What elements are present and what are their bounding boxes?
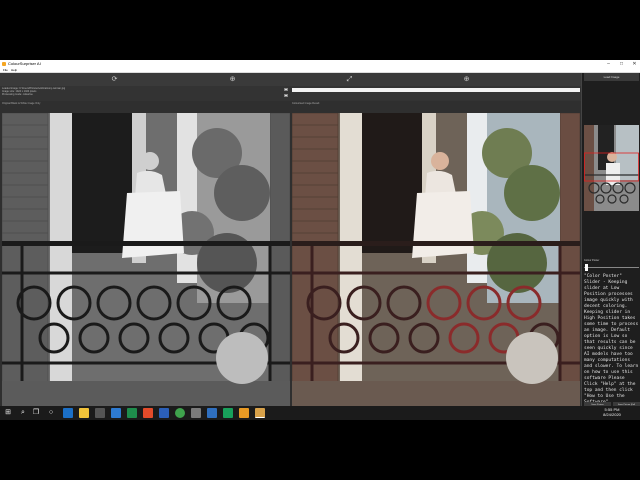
zoom-in-icon[interactable]: ⊕	[228, 75, 237, 84]
cortana-icon[interactable]: ○	[46, 408, 56, 418]
close-button[interactable]: ✕	[630, 60, 639, 68]
colour-poster-label: Colour Poster	[584, 259, 600, 262]
load-image-button[interactable]: Load Image	[584, 73, 639, 81]
progress-fill	[292, 88, 580, 92]
zoom-in-icon[interactable]: ⊕	[462, 75, 471, 84]
maximize-button[interactable]: □	[617, 60, 626, 68]
toolbar: ⟳ ⊕ ⤢ ⊕	[0, 73, 581, 86]
colourised-image[interactable]	[292, 113, 580, 406]
app-logo-icon	[2, 62, 6, 66]
original-image[interactable]	[2, 113, 290, 406]
start-icon[interactable]: ⊞	[3, 408, 13, 418]
image-info-text: Loaded image: C:\Users\Pictures\old-balc…	[2, 87, 66, 97]
word-icon[interactable]	[159, 408, 169, 418]
excel-icon[interactable]	[127, 408, 137, 418]
taskbar: ⊞ ⌕ ❐ ○ 5:55 PM 8/24/2020	[0, 406, 640, 420]
colourised-pane-label: Colourised Image Result	[292, 102, 320, 105]
slider-description: "Color Poster" Slider - Keeping slider a…	[584, 274, 639, 411]
workspace: ⟳ ⊕ ⤢ ⊕ Loaded image: C:\Users\Pictures\…	[0, 73, 581, 406]
colour-app-taskbar-icon[interactable]	[239, 408, 249, 418]
colour-surpriser-taskbar-icon[interactable]	[255, 408, 265, 418]
option-checkbox[interactable]	[284, 88, 288, 91]
store-icon[interactable]	[95, 408, 105, 418]
chrome-icon[interactable]	[175, 408, 185, 418]
progress-bar	[292, 88, 580, 92]
app-window: ColourSurpriser AI – □ ✕ File Help ⟳ ⊕ ⤢…	[0, 60, 640, 413]
mail-icon[interactable]	[111, 408, 121, 418]
spreadsheet-icon[interactable]	[223, 408, 233, 418]
title-bar: ColourSurpriser AI – □ ✕	[0, 60, 640, 68]
slider-handle[interactable]	[585, 264, 588, 271]
rotate-icon[interactable]: ⟳	[110, 75, 119, 84]
expand-icon[interactable]: ⤢	[345, 75, 354, 84]
terminal-icon[interactable]	[207, 408, 217, 418]
window-title: ColourSurpriser AI	[8, 61, 41, 66]
sidebar: Load Image Colour Poster "Color Poster" …	[581, 73, 640, 413]
clock[interactable]: 5:55 PM 8/24/2020	[597, 407, 627, 417]
preview-thumbnail[interactable]	[584, 125, 639, 211]
original-pane-label: Original Black & White Image Only	[2, 102, 41, 105]
file-explorer-icon[interactable]	[79, 408, 89, 418]
option-checkbox[interactable]	[284, 94, 288, 97]
edge-icon[interactable]	[63, 408, 73, 418]
colour-poster-slider[interactable]	[584, 264, 639, 271]
task-view-icon[interactable]: ❐	[31, 408, 41, 418]
search-icon[interactable]: ⌕	[18, 408, 28, 418]
minimize-button[interactable]: –	[604, 60, 613, 68]
clock-date: 8/24/2020	[603, 412, 621, 417]
powerpoint-icon[interactable]	[143, 408, 153, 418]
slider-track	[584, 267, 639, 268]
settings-icon[interactable]	[191, 408, 201, 418]
